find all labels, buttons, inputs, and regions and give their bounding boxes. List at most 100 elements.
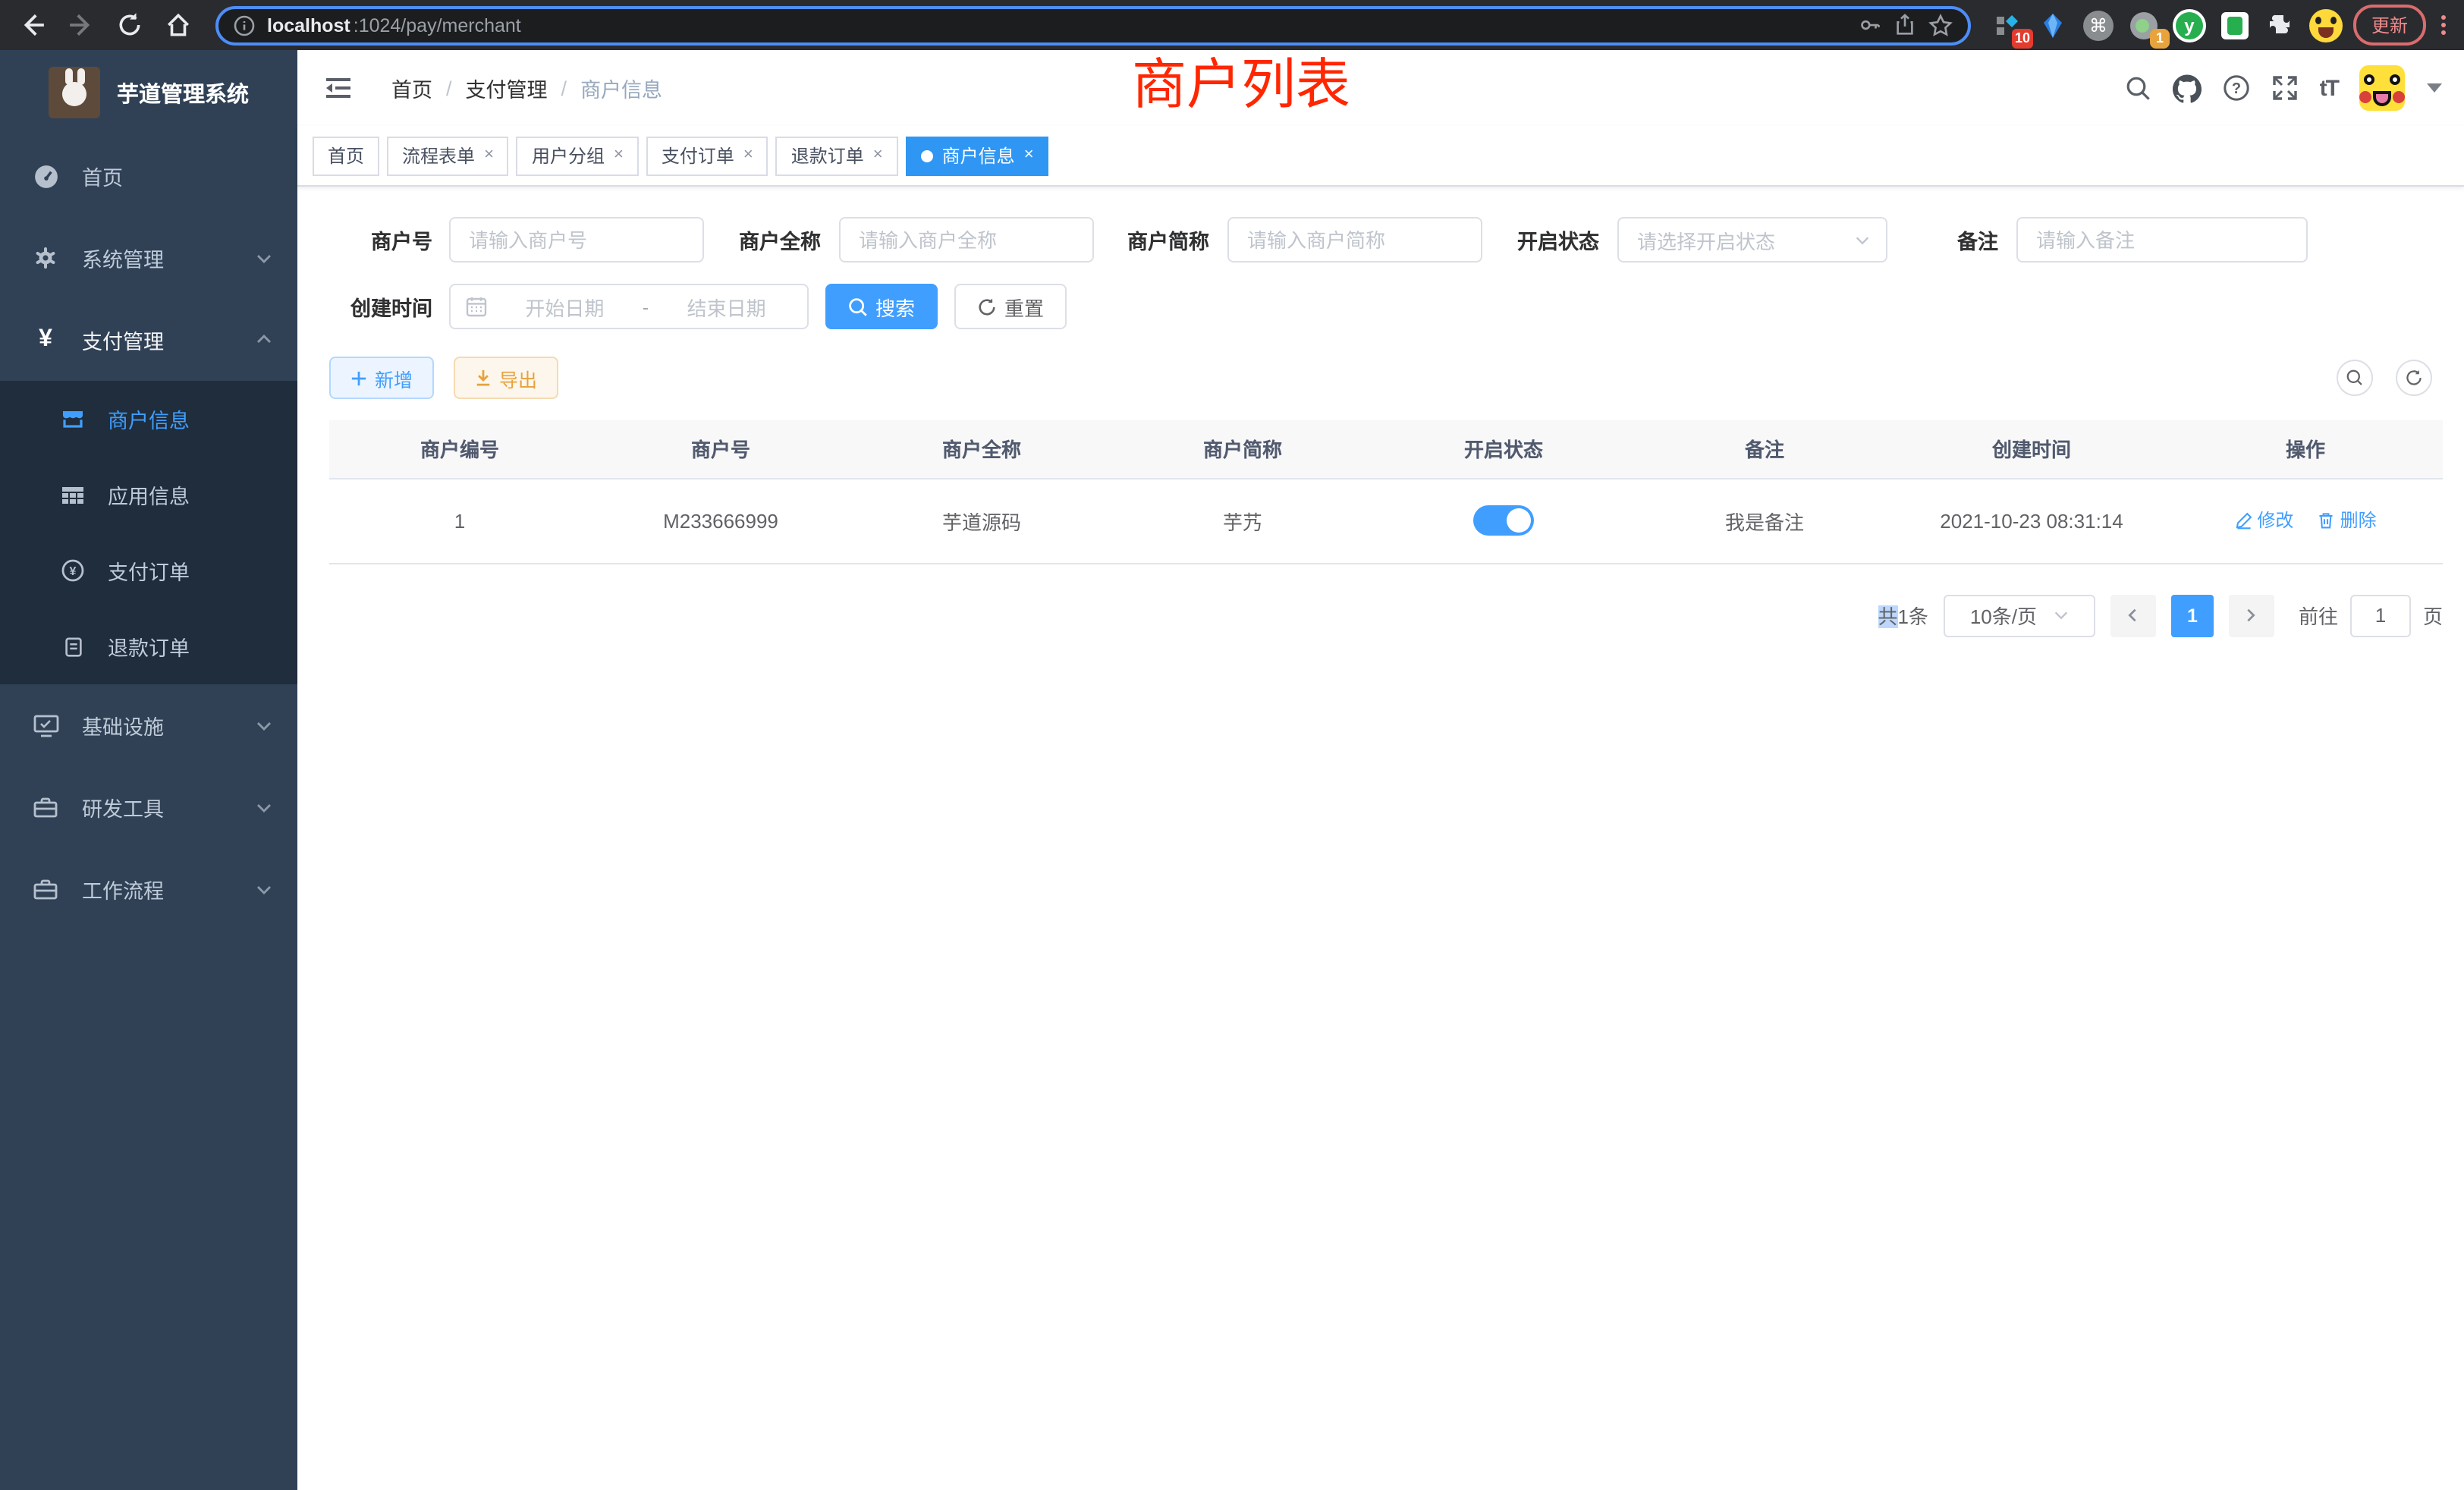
tab-process-form[interactable]: 流程表单 × — [387, 136, 509, 175]
sidebar-item-pay-order[interactable]: ¥ 支付订单 — [0, 533, 297, 608]
prev-page-button[interactable] — [2110, 594, 2156, 637]
fullscreen-icon[interactable] — [2271, 74, 2299, 102]
full-name-input[interactable] — [839, 217, 1094, 262]
breadcrumb-separator: / — [446, 77, 452, 99]
total-suffix: 条 — [1909, 605, 1928, 628]
cell-merchant-no: M233666999 — [590, 478, 851, 563]
sidebar-fold-icon[interactable] — [319, 70, 358, 106]
github-icon[interactable] — [2173, 74, 2202, 102]
extension-command-icon[interactable]: ⌘ — [2080, 7, 2117, 43]
sidebar-item-merchant-info[interactable]: 商户信息 — [0, 381, 297, 457]
sidebar-item-infrastructure[interactable]: 基础设施 — [0, 684, 297, 766]
cell-merchant-id: 1 — [329, 478, 590, 563]
goto-page-input[interactable] — [2350, 594, 2411, 637]
avatar-caret-icon[interactable] — [2426, 82, 2443, 94]
search-icon[interactable] — [2126, 75, 2151, 101]
coin-icon: ¥ — [58, 558, 88, 583]
site-info-icon[interactable] — [234, 14, 255, 36]
close-icon[interactable]: × — [873, 147, 883, 164]
export-button[interactable]: 导出 — [454, 357, 558, 399]
sidebar: 芋道管理系统 首页 系统管理 — [0, 50, 297, 1490]
annotation-merchant-list: 商户列表 — [1132, 50, 1350, 120]
tab-merchant-info[interactable]: 商户信息 × — [906, 136, 1049, 175]
tab-home[interactable]: 首页 — [313, 136, 379, 175]
sidebar-item-workflow[interactable]: 工作流程 — [0, 848, 297, 930]
browser-back-icon[interactable] — [12, 5, 52, 45]
app-logo-row[interactable]: 芋道管理系统 — [0, 50, 297, 135]
remark-label: 备注 — [1957, 225, 1998, 255]
bookmark-star-icon[interactable] — [1928, 13, 1953, 37]
help-icon[interactable]: ? — [2223, 74, 2250, 102]
total-prefix: 共 — [1878, 605, 1897, 628]
delete-link[interactable]: 删除 — [2318, 508, 2377, 533]
extension-gem-icon[interactable] — [2035, 7, 2071, 43]
page-1-button[interactable]: 1 — [2171, 594, 2214, 637]
short-name-label: 商户简称 — [1127, 225, 1209, 255]
tab-pay-order[interactable]: 支付订单 × — [646, 136, 768, 175]
sidebar-item-app-info[interactable]: 应用信息 — [0, 457, 297, 533]
date-start-placeholder: 开始日期 — [499, 292, 630, 321]
extension-badge: 1 — [2150, 28, 2170, 48]
edit-link[interactable]: 修改 — [2234, 508, 2293, 533]
browser-toolbar: localhost :1024/pay/merchant 10 ⌘ 1 — [0, 0, 2464, 50]
short-name-input[interactable] — [1227, 217, 1482, 262]
url-bar[interactable]: localhost :1024/pay/merchant — [215, 5, 1971, 45]
extension-grid-icon[interactable]: 10 — [1989, 7, 2026, 43]
browser-forward-icon[interactable] — [61, 5, 100, 45]
page-size-select[interactable]: 10条/页 — [1944, 594, 2095, 637]
fontsize-icon[interactable]: tT — [2320, 75, 2338, 101]
remark-input[interactable] — [2016, 217, 2308, 262]
browser-update-button[interactable]: 更新 — [2353, 5, 2426, 46]
pagination-total: 共1条 — [1878, 601, 1928, 630]
url-path: :1024/pay/merchant — [354, 14, 521, 36]
dashboard-icon — [30, 163, 61, 189]
browser-reload-icon[interactable] — [109, 5, 149, 45]
browser-menu-icon[interactable] — [2435, 15, 2452, 35]
tab-refund-order[interactable]: 退款订单 × — [776, 136, 898, 175]
date-range-picker[interactable]: 开始日期 - 结束日期 — [449, 284, 809, 329]
close-icon[interactable]: × — [614, 147, 624, 164]
sidebar-item-label: 商户信息 — [108, 404, 190, 434]
profile-avatar-emoji[interactable] — [2308, 7, 2344, 43]
merchant-no-input[interactable] — [449, 217, 704, 262]
close-icon[interactable]: × — [484, 147, 494, 164]
extension-note-icon[interactable] — [2217, 7, 2253, 43]
tab-user-group[interactable]: 用户分组 × — [517, 136, 639, 175]
close-icon[interactable]: × — [1024, 147, 1034, 164]
extension-y-icon[interactable]: y — [2171, 7, 2208, 43]
toggle-search-icon[interactable] — [2337, 360, 2373, 396]
close-icon[interactable]: × — [743, 147, 753, 164]
user-avatar[interactable] — [2359, 65, 2405, 111]
extension-session-icon[interactable]: 1 — [2126, 7, 2162, 43]
tab-label: 首页 — [328, 143, 364, 168]
sidebar-item-dev-tools[interactable]: 研发工具 — [0, 766, 297, 848]
refresh-icon[interactable] — [2396, 360, 2432, 396]
reset-button-label: 重置 — [1004, 292, 1044, 321]
next-page-button[interactable] — [2229, 594, 2274, 637]
sidebar-item-refund-order[interactable]: 退款订单 — [0, 608, 297, 684]
share-icon[interactable] — [1894, 14, 1916, 36]
tab-label: 支付订单 — [662, 143, 734, 168]
sidebar-item-label: 工作流程 — [82, 874, 164, 904]
col-full-name: 商户全称 — [851, 420, 1112, 478]
sidebar-item-system[interactable]: 系统管理 — [0, 217, 297, 299]
table-header-row: 商户编号 商户号 商户全称 商户简称 开启状态 备注 创建时间 操作 — [329, 420, 2443, 478]
status-select[interactable]: 请选择开启状态 — [1617, 217, 1887, 262]
breadcrumb-home[interactable]: 首页 — [391, 73, 432, 103]
breadcrumb-payment[interactable]: 支付管理 — [466, 73, 548, 103]
status-toggle[interactable] — [1473, 505, 1534, 536]
goto-label: 前往 — [2299, 601, 2338, 630]
sidebar-item-payment[interactable]: ¥ 支付管理 — [0, 299, 297, 381]
col-short-name: 商户简称 — [1112, 420, 1373, 478]
reset-button[interactable]: 重置 — [954, 284, 1067, 329]
sidebar-item-label: 基础设施 — [82, 710, 164, 740]
sidebar-item-home[interactable]: 首页 — [0, 135, 297, 217]
delete-link-label: 删除 — [2340, 508, 2377, 533]
password-key-icon[interactable] — [1859, 14, 1881, 36]
browser-home-icon[interactable] — [158, 5, 197, 45]
extensions-puzzle-icon[interactable] — [2262, 7, 2299, 43]
add-button[interactable]: 新增 — [329, 357, 434, 399]
sidebar-item-label: 首页 — [82, 161, 123, 191]
search-button[interactable]: 搜索 — [825, 284, 938, 329]
search-button-label: 搜索 — [875, 292, 915, 321]
